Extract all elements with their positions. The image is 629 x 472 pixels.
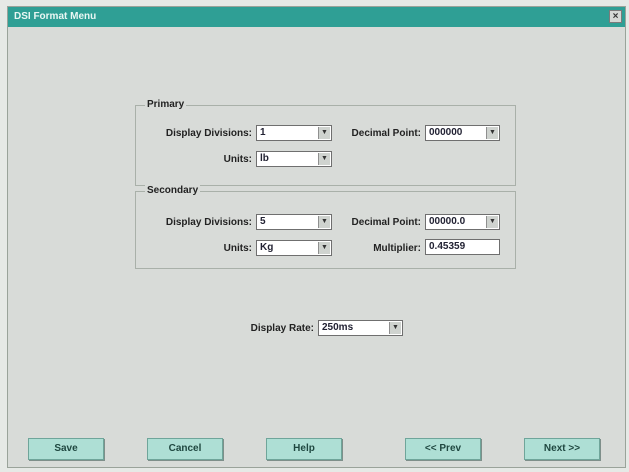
cancel-button[interactable]: Cancel — [147, 438, 223, 460]
secondary-display-divisions-select[interactable]: 5 ▼ — [256, 214, 332, 230]
primary-units-label: Units: — [223, 154, 252, 165]
secondary-decimal-point-select[interactable]: 00000.0 ▼ — [425, 214, 500, 230]
chevron-down-icon[interactable]: ▼ — [318, 127, 330, 139]
save-button[interactable]: Save — [28, 438, 104, 460]
secondary-group-title: Secondary — [145, 185, 201, 196]
chevron-down-icon[interactable]: ▼ — [389, 322, 401, 334]
multiplier-label: Multiplier: — [373, 243, 421, 254]
multiplier-input[interactable]: 0.45359 — [425, 239, 500, 255]
window-title: DSI Format Menu — [14, 11, 97, 22]
chevron-down-icon[interactable]: ▼ — [318, 242, 330, 254]
dsi-format-window: DSI Format Menu × Primary Display Divisi… — [7, 6, 626, 468]
secondary-units-label: Units: — [223, 243, 252, 254]
secondary-units-select[interactable]: Kg ▼ — [256, 240, 332, 256]
display-rate-select[interactable]: 250ms ▼ — [318, 320, 403, 336]
primary-units-select[interactable]: lb ▼ — [256, 151, 332, 167]
chevron-down-icon[interactable]: ▼ — [486, 216, 498, 228]
next-button[interactable]: Next >> — [524, 438, 600, 460]
secondary-decimal-point-label: Decimal Point: — [351, 217, 421, 228]
primary-decimal-point-select[interactable]: 000000 ▼ — [425, 125, 500, 141]
prev-button[interactable]: << Prev — [405, 438, 481, 460]
primary-group — [135, 105, 516, 186]
secondary-display-divisions-label: Display Divisions: — [165, 217, 252, 228]
primary-display-divisions-select[interactable]: 1 ▼ — [256, 125, 332, 141]
chevron-down-icon[interactable]: ▼ — [318, 153, 330, 165]
display-rate-label: Display Rate: — [250, 323, 314, 334]
chevron-down-icon[interactable]: ▼ — [318, 216, 330, 228]
close-button[interactable]: × — [609, 10, 622, 23]
help-button[interactable]: Help — [266, 438, 342, 460]
chevron-down-icon[interactable]: ▼ — [486, 127, 498, 139]
title-bar: DSI Format Menu × — [8, 7, 625, 27]
primary-display-divisions-label: Display Divisions: — [165, 128, 252, 139]
primary-group-title: Primary — [145, 99, 187, 110]
primary-decimal-point-label: Decimal Point: — [351, 128, 421, 139]
secondary-group — [135, 191, 516, 269]
